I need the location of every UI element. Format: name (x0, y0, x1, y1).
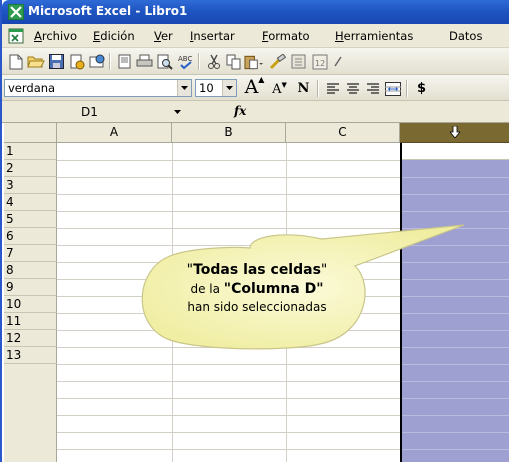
callout-bubble (141, 224, 465, 350)
callout-line-2: de la "Columna D" (190, 281, 324, 297)
excel-window: Microsoft Excel - Libro1 Archivo Edición… (0, 0, 509, 462)
callout-line-3: han sido seleccionadas (187, 300, 327, 314)
callout-line-1: "Todas las celdas" (186, 262, 328, 278)
callout-text: "Todas las celdas" de la "Columna D" han… (147, 260, 367, 316)
